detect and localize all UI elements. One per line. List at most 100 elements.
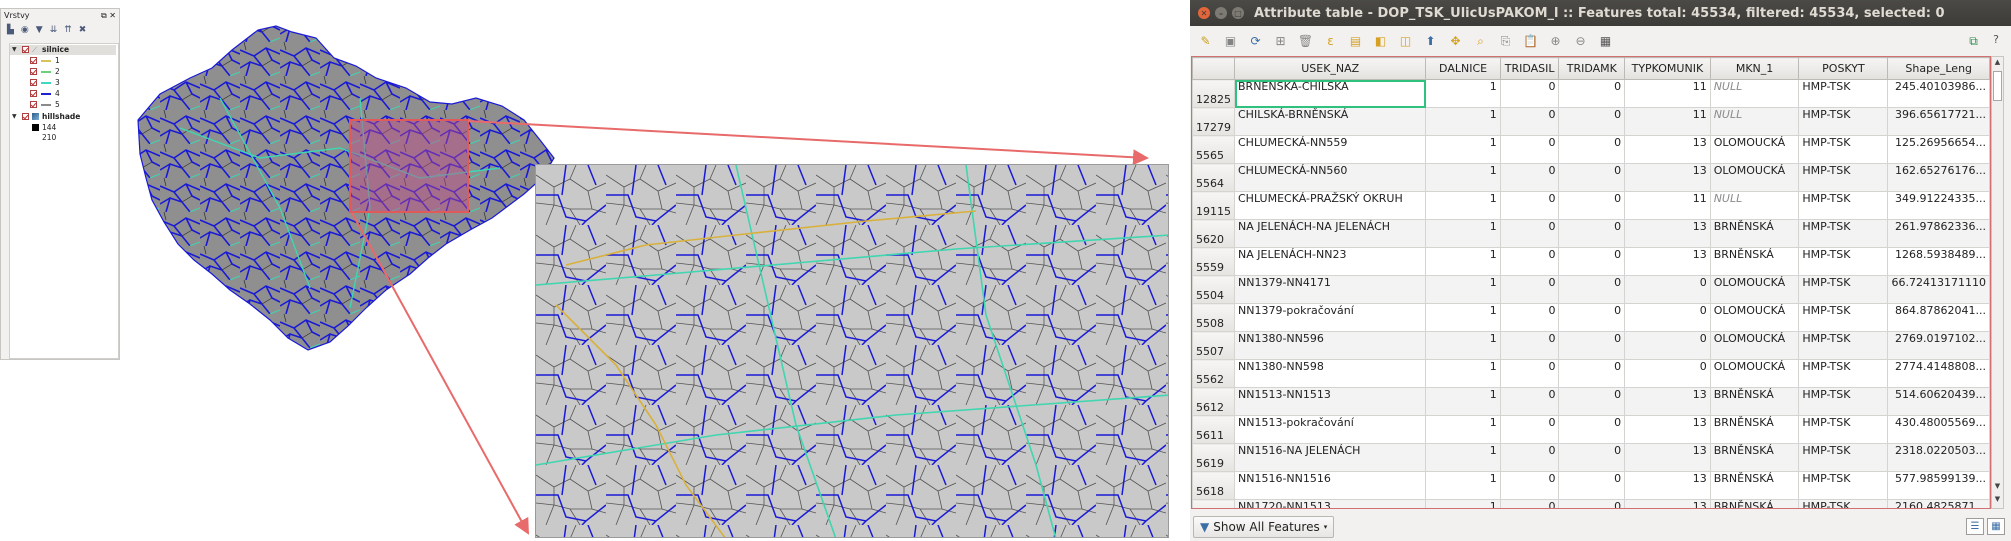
table-cell[interactable]: NULL	[1709, 191, 1800, 220]
column-header[interactable]: POSKYT	[1798, 57, 1889, 80]
scroll-down-icon[interactable]: ▼	[1992, 495, 2003, 507]
table-cell[interactable]: 13	[1624, 247, 1711, 276]
table-cell[interactable]: 1	[1425, 443, 1501, 472]
filter-icon[interactable]: ▼	[36, 25, 43, 35]
table-cell[interactable]: NULL	[1709, 79, 1800, 108]
layer-visibility-checkbox[interactable]	[22, 46, 29, 53]
column-header[interactable]: TRIDASIL	[1499, 57, 1560, 80]
table-cell[interactable]: HMP-TSK	[1798, 79, 1889, 108]
table-cell[interactable]: NN1380-NN596	[1233, 331, 1427, 360]
table-cell[interactable]: 0	[1558, 359, 1626, 388]
table-cell[interactable]: 430.48005569...	[1887, 415, 1990, 444]
layer-visibility-checkbox[interactable]	[22, 113, 29, 120]
table-cell[interactable]: 1	[1425, 79, 1501, 108]
toggle-editing-icon[interactable]: ✎	[1196, 32, 1215, 51]
table-cell[interactable]: 0	[1558, 163, 1626, 192]
table-cell[interactable]: OLOMOUCKÁ	[1709, 275, 1800, 304]
table-cell[interactable]: 514.60620439...	[1887, 387, 1990, 416]
class-visibility-checkbox[interactable]	[30, 79, 37, 86]
table-cell[interactable]: 1	[1425, 387, 1501, 416]
scrollbar-thumb[interactable]	[1993, 71, 2002, 101]
table-cell[interactable]: 0	[1499, 247, 1560, 276]
paste-features-icon[interactable]: 📋	[1521, 32, 1540, 51]
column-header[interactable]: TYPKOMUNIK	[1624, 57, 1711, 80]
collapse-arrow-icon[interactable]: ▼	[12, 112, 17, 122]
table-cell[interactable]: NN1379-pokračování	[1233, 303, 1427, 332]
table-cell[interactable]: HMP-TSK	[1798, 163, 1889, 192]
layer-row-silnice[interactable]: ▼ ⟋ silnice	[10, 45, 116, 55]
table-cell[interactable]: 1	[1425, 499, 1501, 508]
table-cell[interactable]: 162.65276176...	[1887, 163, 1990, 192]
remove-layer-icon[interactable]: ✖	[79, 25, 87, 35]
move-selection-top-icon[interactable]: ⬆	[1421, 32, 1440, 51]
table-cell[interactable]: BRNĚNSKÁ	[1709, 415, 1800, 444]
table-cell[interactable]: HMP-TSK	[1798, 359, 1889, 388]
table-cell[interactable]: HMP-TSK	[1798, 107, 1889, 136]
table-row[interactable]: 5612 NN1513-NN1513 1 0 0 13 BRNĚNSKÁ HMP-TSK 514…	[1192, 387, 1990, 416]
corner-header[interactable]	[1192, 57, 1235, 80]
select-all-icon[interactable]: ▤	[1346, 32, 1365, 51]
table-cell[interactable]: 1	[1425, 303, 1501, 332]
row-header-id[interactable]: 5611	[1192, 415, 1235, 444]
table-cell[interactable]: 66.72413171110	[1887, 275, 1990, 304]
delete-field-icon[interactable]: ⊖	[1571, 32, 1590, 51]
table-cell[interactable]: 864.87862041...	[1887, 303, 1990, 332]
table-cell[interactable]: HMP-TSK	[1798, 387, 1889, 416]
table-row[interactable]: 19115 CHLUMECKÁ-PRAŽSKÝ OKRUH 1 0 0 11 NULL HMP…	[1192, 191, 1990, 220]
table-cell[interactable]: OLOMOUCKÁ	[1709, 303, 1800, 332]
table-cell[interactable]: 2318.0220503...	[1887, 443, 1990, 472]
table-cell[interactable]: 396.65617721...	[1887, 107, 1990, 136]
collapse-all-icon[interactable]: ⇈	[64, 25, 72, 35]
row-header-id[interactable]: 19115	[1192, 191, 1235, 220]
row-header-id[interactable]: 5507	[1192, 331, 1235, 360]
table-cell[interactable]: 0	[1624, 303, 1711, 332]
table-cell[interactable]: HMP-TSK	[1798, 331, 1889, 360]
table-cell[interactable]: 1	[1425, 359, 1501, 388]
copy-rows-icon[interactable]: ⎘	[1496, 32, 1515, 51]
row-header-id[interactable]: 5618	[1192, 471, 1235, 500]
table-cell[interactable]: HMP-TSK	[1798, 443, 1889, 472]
class-visibility-checkbox[interactable]	[30, 57, 37, 64]
table-cell[interactable]: 1268.5938489...	[1887, 247, 1990, 276]
table-cell[interactable]: NN1516-NN1516	[1233, 471, 1427, 500]
scroll-down-icon[interactable]: ▼	[1992, 482, 2003, 494]
column-header[interactable]: DALNICE	[1425, 57, 1501, 80]
table-cell[interactable]: 13	[1624, 163, 1711, 192]
table-cell[interactable]: 0	[1499, 275, 1560, 304]
table-cell[interactable]: BRNĚNSKÁ	[1709, 219, 1800, 248]
table-cell[interactable]: 1	[1425, 191, 1501, 220]
row-header-id[interactable]: 5613	[1192, 499, 1235, 508]
table-cell[interactable]: OLOMOUCKÁ	[1709, 359, 1800, 388]
table-cell[interactable]: HMP-TSK	[1798, 499, 1889, 508]
vertical-scrollbar[interactable]: ▲ ▼ ▼	[1991, 56, 2004, 509]
dock-window-icon[interactable]: ⧉	[1964, 32, 1983, 51]
table-cell[interactable]: 11	[1624, 107, 1711, 136]
table-cell[interactable]: 13	[1624, 415, 1711, 444]
table-cell[interactable]: 0	[1558, 135, 1626, 164]
table-cell[interactable]: OLOMOUCKÁ	[1709, 331, 1800, 360]
table-cell[interactable]: 0	[1558, 331, 1626, 360]
table-cell[interactable]: NA JELENÁCH-NA JELENÁCH	[1233, 219, 1427, 248]
table-cell[interactable]: 1	[1425, 247, 1501, 276]
table-cell[interactable]: 13	[1624, 219, 1711, 248]
table-cell[interactable]: 2769.0197102...	[1887, 331, 1990, 360]
table-cell[interactable]: 0	[1558, 275, 1626, 304]
table-cell[interactable]: 0	[1499, 387, 1560, 416]
table-cell[interactable]: NN1720-NN1513	[1233, 499, 1427, 508]
table-cell[interactable]: BRNĚNSKÁ	[1709, 471, 1800, 500]
table-row[interactable]: 5620 NA JELENÁCH-NA JELENÁCH 1 0 0 13 BRNĚNSKÁ…	[1192, 219, 1990, 248]
table-cell[interactable]: 0	[1499, 331, 1560, 360]
field-calculator-icon[interactable]: ▦	[1596, 32, 1615, 51]
table-cell[interactable]: 0	[1558, 387, 1626, 416]
row-header-id[interactable]: 5612	[1192, 387, 1235, 416]
table-cell[interactable]: 0	[1499, 359, 1560, 388]
maximize-window-icon[interactable]: □	[1232, 7, 1244, 19]
table-cell[interactable]: 11	[1624, 191, 1711, 220]
delete-feature-icon[interactable]: 🗑	[1296, 32, 1315, 51]
table-cell[interactable]: 11	[1624, 79, 1711, 108]
table-cell[interactable]: 0	[1499, 219, 1560, 248]
reload-icon[interactable]: ⟳	[1246, 32, 1265, 51]
row-header-id[interactable]: 5564	[1192, 163, 1235, 192]
table-cell[interactable]: 349.91224335...	[1887, 191, 1990, 220]
column-header[interactable]: Shape_Leng	[1887, 57, 1990, 80]
